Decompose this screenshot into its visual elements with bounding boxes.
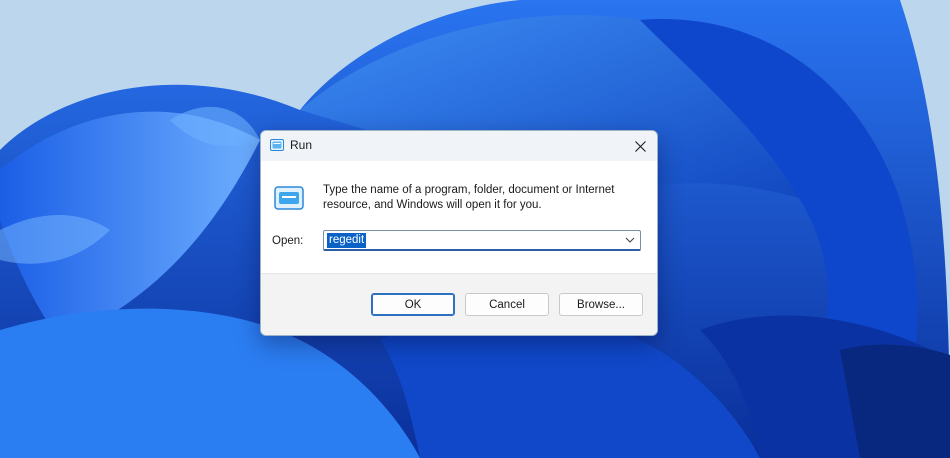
run-app-icon [270,139,284,151]
dialog-description: Type the name of a program, folder, docu… [323,184,615,211]
chevron-down-icon[interactable] [625,236,635,244]
dialog-content: Type the name of a program, folder, docu… [261,161,657,273]
ok-button[interactable]: OK [371,293,455,316]
open-input[interactable]: regedit [327,233,367,248]
open-combobox[interactable]: regedit [323,230,641,251]
title-bar[interactable]: Run [261,131,657,161]
run-icon [274,186,304,210]
dialog-title: Run [290,138,313,152]
browse-button[interactable]: Browse... [559,293,643,316]
run-dialog: Run Type the name of a program, folder, … [260,130,658,336]
open-label: Open: [272,235,304,247]
cancel-button[interactable]: Cancel [465,293,549,316]
dialog-footer: OK Cancel Browse... [261,273,657,335]
close-button[interactable] [623,131,657,161]
close-icon [634,140,646,152]
